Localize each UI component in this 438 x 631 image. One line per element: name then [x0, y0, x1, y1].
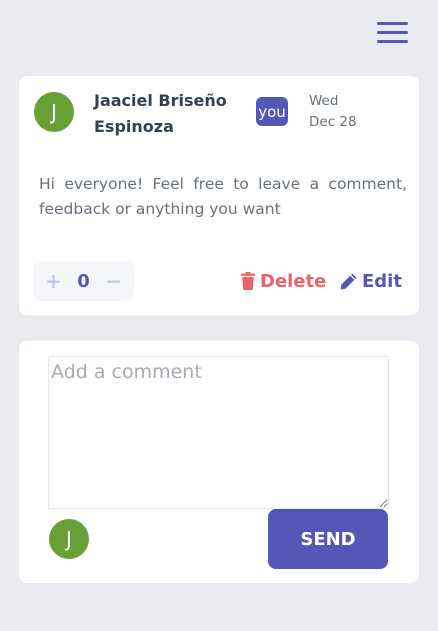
- delete-label: Delete: [260, 270, 327, 292]
- comment-date: Wed Dec 28: [309, 91, 379, 133]
- avatar: J: [34, 92, 74, 132]
- pencil-icon: [340, 273, 357, 289]
- current-user-avatar: J: [49, 519, 89, 559]
- you-badge: you: [256, 97, 288, 126]
- menu-bar: [377, 22, 408, 25]
- delete-button[interactable]: Delete: [241, 269, 326, 293]
- menu-bar: [377, 40, 408, 43]
- send-button[interactable]: SEND: [268, 509, 388, 569]
- downvote-button[interactable]: −: [105, 271, 122, 291]
- edit-button[interactable]: Edit: [340, 269, 402, 293]
- comment-card: J Jaaciel Briseño Espinoza you Wed Dec 2…: [19, 76, 419, 315]
- add-comment-card: J SEND: [19, 341, 419, 583]
- hamburger-menu-icon[interactable]: [377, 21, 409, 43]
- vote-count: 0: [77, 270, 90, 292]
- vote-control: + 0 −: [33, 261, 134, 301]
- menu-bar: [377, 31, 408, 34]
- comment-date-month-day: Dec 28: [309, 114, 357, 130]
- upvote-button[interactable]: +: [45, 271, 62, 291]
- trash-icon: [241, 272, 255, 290]
- comment-input[interactable]: [48, 356, 389, 509]
- edit-label: Edit: [362, 270, 402, 292]
- comment-username: Jaaciel Briseño Espinoza: [94, 91, 227, 136]
- comment-date-day: Wed: [309, 93, 339, 109]
- comment-content: Hi everyone! Feel free to leave a commen…: [39, 175, 407, 218]
